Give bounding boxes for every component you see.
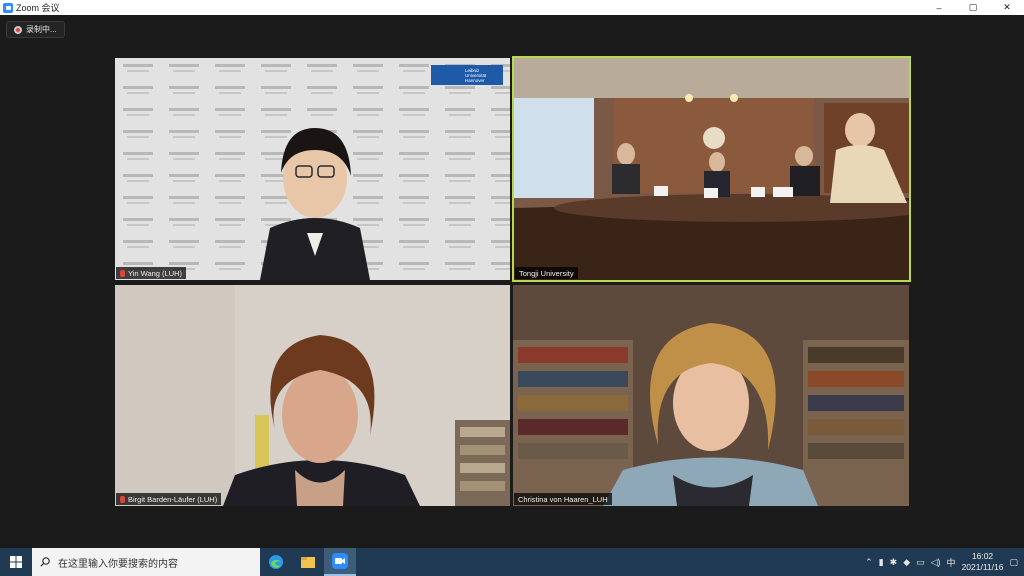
zoom-app-icon (3, 2, 13, 13)
start-button[interactable] (0, 548, 32, 576)
microphone-icon[interactable]: ▮ (879, 557, 884, 568)
title-bar: Zoom 会议 – ▢ ✕ (0, 0, 1024, 15)
close-button[interactable]: ✕ (990, 0, 1024, 15)
taskbar-zoom[interactable] (324, 548, 356, 576)
notification-icon[interactable]: ▢ (1009, 557, 1018, 568)
edge-icon (269, 555, 283, 569)
video-tile-birgit[interactable]: Birgit Barden-Läufer (LUH) (115, 285, 510, 506)
minimize-button[interactable]: – (922, 0, 956, 15)
clock-date: 2021/11/16 (961, 562, 1004, 572)
zoom-icon (332, 553, 348, 569)
participant-name-tag: Yin Wang (LUH) (116, 267, 187, 279)
participant-name: Birgit Barden-Läufer (LUH) (128, 494, 218, 504)
recording-icon (14, 25, 22, 34)
window-controls: – ▢ ✕ (922, 0, 1024, 15)
bluetooth-icon[interactable]: ✱ (890, 557, 898, 568)
recording-indicator[interactable]: 录制中... (6, 21, 65, 38)
video-feed: Leibniz Universität Hannover (115, 58, 510, 280)
muted-mic-icon (120, 269, 125, 277)
video-tile-tongji[interactable]: Tongji University (512, 56, 911, 282)
muted-mic-icon (120, 495, 125, 503)
window-title: Zoom 会议 (16, 3, 60, 13)
taskbar-file-explorer[interactable] (292, 548, 324, 576)
video-tile-christina[interactable]: Christina von Haaren_LUH (513, 285, 909, 506)
maximize-button[interactable]: ▢ (956, 0, 990, 15)
recording-label: 录制中... (26, 25, 57, 34)
participant-name: Yin Wang (LUH) (128, 268, 183, 278)
video-feed (513, 285, 909, 506)
network-icon[interactable]: ▭ (916, 557, 925, 568)
video-feed (115, 285, 510, 506)
system-tray: ⌃ ▮ ✱ ◆ ▭ ◁) 中 16:02 2021/11/16 ▢ (865, 548, 1024, 576)
file-explorer-icon (301, 557, 315, 568)
participant-name-tag: Tongji University (515, 267, 578, 279)
participant-name-tag: Birgit Barden-Läufer (LUH) (116, 493, 222, 505)
volume-icon[interactable]: ◁) (931, 557, 941, 568)
ime-indicator[interactable]: 中 (947, 556, 956, 569)
windows-logo-icon (10, 556, 22, 568)
security-icon[interactable]: ◆ (903, 557, 910, 568)
windows-taskbar: 在这里输入你要搜索的内容 ⌃ ▮ ✱ ◆ ▭ ◁) 中 16:02 2021/1… (0, 548, 1024, 576)
clock[interactable]: 16:02 2021/11/16 (962, 551, 1004, 573)
taskbar-edge[interactable] (260, 548, 292, 576)
clock-time: 16:02 (971, 551, 994, 561)
meeting-area: 录制中... Leibniz Universität Hannover Yin … (0, 15, 1024, 548)
participant-name: Tongji University (519, 268, 574, 278)
taskbar-search-box[interactable]: 在这里输入你要搜索的内容 (32, 548, 260, 576)
video-tile-yin-wang[interactable]: Leibniz Universität Hannover Yin Wang (L… (115, 58, 510, 280)
search-icon (40, 557, 50, 567)
participant-name: Christina von Haaren_LUH (518, 494, 608, 504)
search-placeholder: 在这里输入你要搜索的内容 (58, 558, 178, 570)
logo-line-3: Hannover (465, 78, 485, 83)
participant-name-tag: Christina von Haaren_LUH (514, 493, 612, 505)
chevron-up-icon[interactable]: ⌃ (865, 557, 873, 568)
video-feed (514, 58, 909, 280)
